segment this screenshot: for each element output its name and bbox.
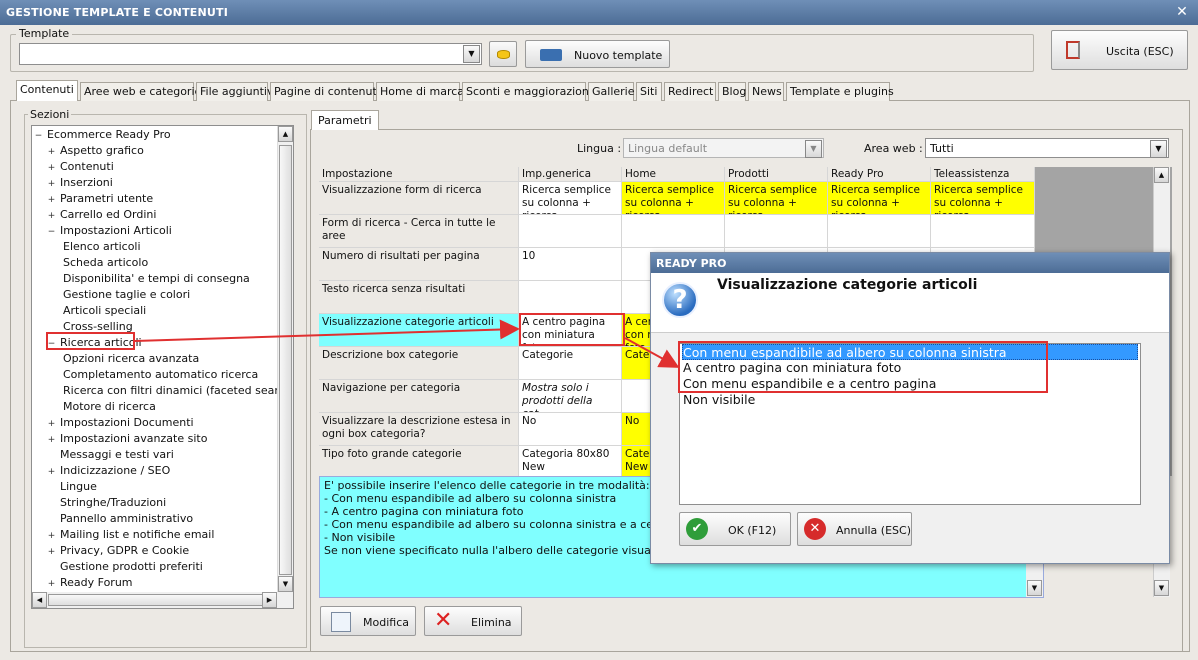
arrow-cell-to-options	[624, 337, 680, 368]
arrow-tree-to-cell	[134, 319, 520, 342]
annotation-arrows	[134, 319, 680, 368]
